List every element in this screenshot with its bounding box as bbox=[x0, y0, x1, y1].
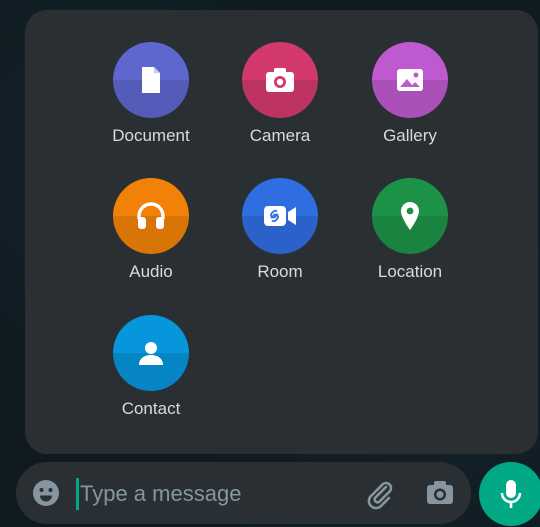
gallery-label: Gallery bbox=[383, 126, 437, 145]
paperclip-icon[interactable] bbox=[364, 478, 396, 515]
attach-audio-button[interactable]: Audio bbox=[81, 178, 221, 282]
attach-location-button[interactable]: Location bbox=[340, 178, 480, 282]
attach-document-button[interactable]: Document bbox=[81, 42, 221, 146]
location-circle bbox=[372, 178, 448, 254]
message-input[interactable] bbox=[78, 472, 352, 516]
location-label: Location bbox=[377, 262, 443, 281]
attach-contact-button[interactable]: Contact bbox=[81, 315, 221, 419]
attach-room-button[interactable]: Room bbox=[210, 178, 350, 282]
location-pin-icon bbox=[401, 202, 419, 230]
gallery-circle bbox=[372, 42, 448, 118]
headphones-icon bbox=[137, 202, 165, 229]
mic-button[interactable] bbox=[479, 462, 540, 526]
attach-gallery-button[interactable]: Gallery bbox=[340, 42, 480, 146]
message-composer bbox=[16, 462, 471, 524]
room-circle bbox=[242, 178, 318, 254]
contact-circle bbox=[113, 315, 189, 391]
camera-label: Camera bbox=[249, 126, 311, 145]
contact-label: Contact bbox=[121, 399, 181, 418]
document-circle bbox=[113, 42, 189, 118]
emoji-icon[interactable] bbox=[32, 479, 60, 512]
composer-camera-icon[interactable] bbox=[426, 480, 454, 511]
camera-circle bbox=[242, 42, 318, 118]
text-cursor bbox=[76, 478, 79, 510]
document-icon bbox=[142, 67, 160, 93]
contact-icon bbox=[139, 342, 163, 365]
camera-icon bbox=[266, 68, 294, 92]
audio-label: Audio bbox=[129, 262, 173, 281]
mic-icon bbox=[500, 480, 522, 508]
attach-camera-button[interactable]: Camera bbox=[210, 42, 350, 146]
attachment-menu: Document Camera Gallery Audio Room Locat… bbox=[25, 10, 538, 454]
document-label: Document bbox=[112, 126, 190, 145]
audio-circle bbox=[113, 178, 189, 254]
room-label: Room bbox=[257, 262, 303, 281]
video-room-icon bbox=[264, 206, 296, 226]
gallery-icon bbox=[397, 69, 423, 91]
